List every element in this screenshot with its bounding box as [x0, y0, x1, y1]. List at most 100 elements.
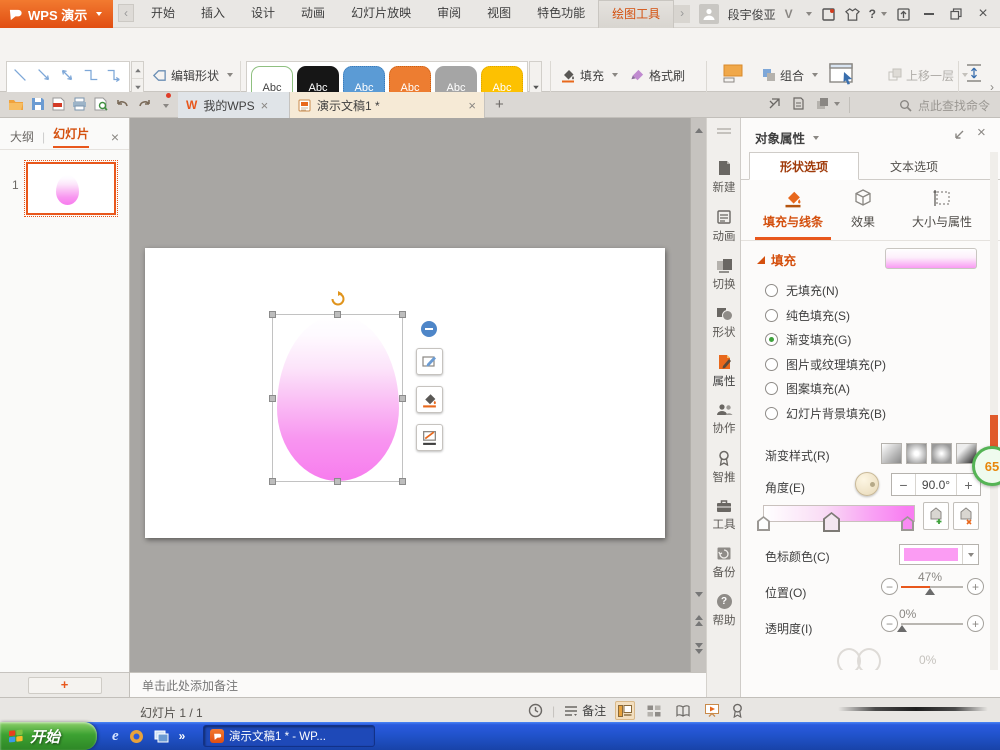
angle-value[interactable]: 90.0°: [915, 474, 957, 495]
minimize-button[interactable]: [920, 5, 938, 23]
fill-option-solid[interactable]: 纯色填充(S): [765, 307, 850, 324]
close-button[interactable]: ×: [974, 5, 992, 23]
next-slide-button[interactable]: [691, 638, 707, 658]
user-name[interactable]: 段宇俊亚: [728, 6, 776, 23]
strip-item-new[interactable]: 新建: [713, 160, 736, 195]
connector-double-arrow-shape[interactable]: [56, 64, 78, 86]
export-doc-icon[interactable]: [821, 7, 836, 22]
menu-tab-slideshow[interactable]: 幻灯片放映: [338, 0, 424, 27]
show-desktop-icon[interactable]: [154, 730, 169, 743]
scroll-up-button[interactable]: [691, 120, 707, 140]
panel-tab-text-options[interactable]: 文本选项: [859, 152, 969, 180]
start-button[interactable]: 开始: [0, 722, 97, 750]
open-folder-icon[interactable]: [8, 97, 24, 111]
resize-handle-e[interactable]: [399, 395, 406, 402]
menu-tab-view[interactable]: 视图: [474, 0, 524, 27]
angle-dial[interactable]: [855, 472, 879, 496]
fill-option-background[interactable]: 幻灯片背景填充(B): [765, 405, 886, 422]
resize-handle-ne[interactable]: [399, 311, 406, 318]
previous-slide-button[interactable]: [691, 610, 707, 630]
quick-launch-more-chevron[interactable]: »: [179, 729, 186, 743]
transparency-decrease-button[interactable]: −: [881, 615, 898, 632]
history-icon[interactable]: [528, 703, 543, 718]
transparency-slider-track[interactable]: [901, 623, 963, 625]
transparency-increase-button[interactable]: +: [967, 615, 984, 632]
redo-icon[interactable]: [137, 98, 152, 111]
delete-gradient-stop-button[interactable]: [953, 502, 979, 530]
edit-shape-button[interactable]: 编辑形状: [152, 65, 234, 85]
help-button[interactable]: ?: [869, 7, 887, 21]
rotate-handle-icon[interactable]: [330, 291, 346, 307]
menu-tab-review[interactable]: 审阅: [424, 0, 474, 27]
media-player-icon[interactable]: [129, 729, 144, 744]
tab-presentation1[interactable]: 演示文稿1 * ×: [290, 92, 485, 118]
new-tab-button[interactable]: +: [495, 96, 504, 113]
menu-tab-design[interactable]: 设计: [238, 0, 288, 27]
canvas-scrollbar[interactable]: [690, 118, 706, 672]
resize-handle-nw[interactable]: [269, 311, 276, 318]
print-icon[interactable]: [72, 97, 87, 111]
skin-shirt-icon[interactable]: [844, 7, 860, 22]
strip-item-collaboration[interactable]: 协作: [713, 403, 736, 436]
layers-tool-button[interactable]: [816, 97, 840, 110]
fill-preview-swatch[interactable]: [885, 248, 977, 269]
quick-style-button[interactable]: [416, 348, 443, 375]
fill-option-pattern[interactable]: 图案填充(A): [765, 380, 850, 397]
reading-view-button[interactable]: [673, 701, 693, 720]
strip-item-animation[interactable]: 动画: [713, 209, 736, 244]
stop-color-dropdown[interactable]: [899, 544, 979, 565]
angle-decrease-button[interactable]: −: [892, 474, 915, 495]
slide-sorter-view-button[interactable]: [644, 701, 664, 720]
history-doc-icon[interactable]: [792, 97, 805, 110]
restore-button[interactable]: [947, 5, 965, 23]
elbow-arrow-connector-shape[interactable]: [103, 64, 125, 86]
close-sidebar-icon[interactable]: ×: [111, 129, 119, 145]
fill-option-gradient[interactable]: 渐变填充(G): [765, 331, 851, 348]
notes-bar[interactable]: 单击此处添加备注: [130, 672, 706, 697]
panel-tab-shape-options[interactable]: 形状选项: [749, 152, 859, 180]
quick-fill-button[interactable]: [416, 386, 443, 413]
connector-line-shape[interactable]: [9, 64, 31, 86]
resize-handle-n[interactable]: [334, 311, 341, 318]
undo-icon[interactable]: [115, 98, 130, 111]
resize-handle-w[interactable]: [269, 395, 276, 402]
group-button[interactable]: 组合: [762, 65, 819, 85]
menu-tab-insert[interactable]: 插入: [188, 0, 238, 27]
command-search[interactable]: 点此查找命令: [899, 97, 990, 114]
add-gradient-stop-button[interactable]: [923, 502, 949, 530]
menu-tab-special-features[interactable]: 特色功能: [524, 0, 598, 27]
vip-icon[interactable]: V: [785, 7, 793, 21]
tab-slides[interactable]: 幻灯片: [53, 125, 90, 148]
collapse-panel-icon[interactable]: [953, 129, 965, 141]
customize-qat-button[interactable]: [159, 93, 171, 111]
menu-tab-animation[interactable]: 动画: [288, 0, 338, 27]
taskbar-window-button[interactable]: 演示文稿1 * - WP...: [203, 725, 375, 747]
panel-scrollbar[interactable]: [990, 152, 998, 670]
gradient-style-rectangular[interactable]: [931, 443, 952, 464]
medal-status-icon[interactable]: [731, 703, 744, 718]
close-panel-icon[interactable]: ×: [977, 124, 986, 141]
add-slide-button[interactable]: +: [27, 676, 102, 694]
scroll-down-button[interactable]: [691, 584, 707, 604]
save-icon[interactable]: [31, 97, 45, 111]
strip-item-smart-recommend[interactable]: 智推: [713, 450, 736, 485]
fill-option-none[interactable]: 无填充(N): [765, 282, 839, 299]
resize-handle-sw[interactable]: [269, 478, 276, 485]
bring-forward-button[interactable]: 上移一层: [888, 65, 969, 85]
resize-handle-se[interactable]: [399, 478, 406, 485]
position-decrease-button[interactable]: −: [881, 578, 898, 595]
menu-tab-start[interactable]: 开始: [138, 0, 188, 27]
gradient-stop-3[interactable]: [901, 516, 914, 531]
gradient-stop-1[interactable]: [757, 516, 770, 531]
transparency-slider-thumb[interactable]: [897, 625, 907, 632]
slide-thumbnail-1[interactable]: [24, 160, 118, 217]
strip-item-properties[interactable]: 属性: [713, 354, 736, 389]
strip-item-transition[interactable]: 切换: [713, 258, 736, 292]
format-painter-button[interactable]: 格式刷: [630, 65, 685, 85]
subtab-effects[interactable]: 效果: [841, 188, 885, 230]
gradient-stop-2-selected[interactable]: [823, 512, 840, 532]
gallery-scroll-up-button[interactable]: [132, 62, 143, 79]
slideshow-button[interactable]: [702, 701, 722, 720]
distribute-vertical-button[interactable]: [964, 63, 984, 83]
user-avatar[interactable]: [698, 4, 719, 24]
